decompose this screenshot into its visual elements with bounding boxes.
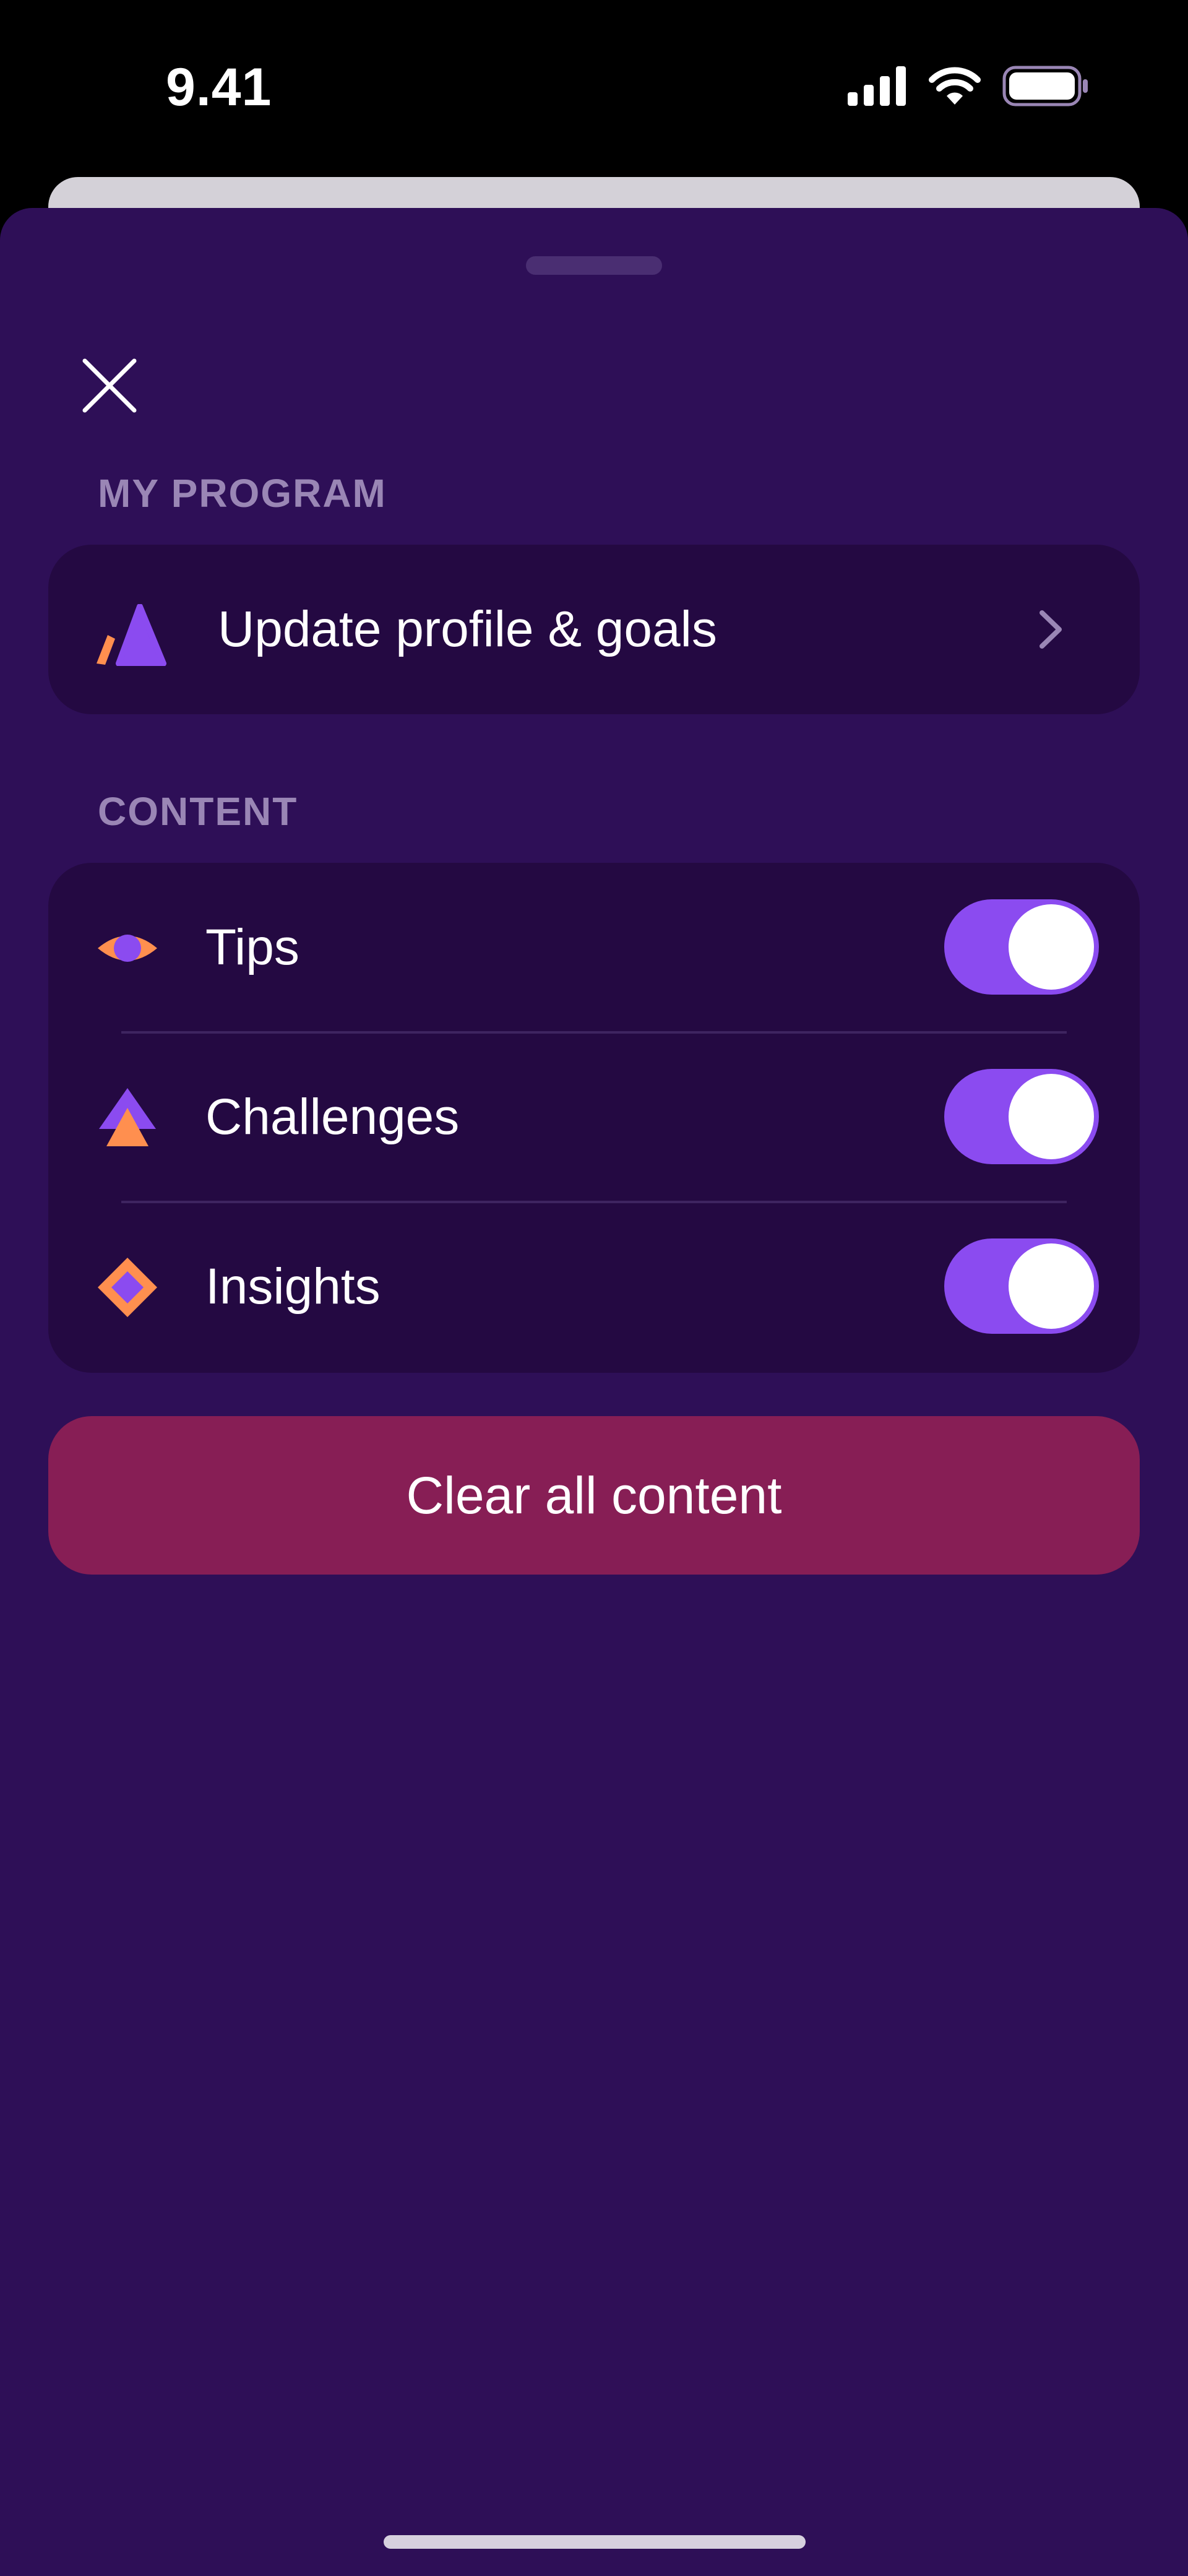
- challenges-toggle[interactable]: [944, 1069, 1099, 1164]
- home-indicator[interactable]: [384, 2535, 806, 2549]
- content-row-insights: Insights: [48, 1202, 1140, 1372]
- section-header-content: CONTENT: [98, 789, 298, 834]
- chevron-right-icon: [1028, 608, 1072, 651]
- profile-goals-icon: [94, 603, 174, 667]
- program-card: Update profile & goals: [48, 545, 1140, 714]
- content-row-label: Tips: [205, 919, 299, 975]
- triangle-stack-icon: [97, 1087, 158, 1149]
- content-row-challenges: Challenges: [48, 1032, 1140, 1202]
- clear-all-content-button[interactable]: Clear all content: [48, 1416, 1140, 1575]
- diamond-icon: [97, 1256, 158, 1318]
- insights-toggle[interactable]: [944, 1238, 1099, 1334]
- update-profile-goals-label: Update profile & goals: [218, 601, 717, 657]
- battery-icon: [1002, 66, 1089, 110]
- cellular-signal-icon: [848, 66, 907, 109]
- toggle-knob: [1009, 904, 1094, 990]
- content-row-label: Challenges: [205, 1089, 460, 1145]
- section-header-my-program: MY PROGRAM: [98, 471, 387, 516]
- sheet-grabber[interactable]: [526, 256, 662, 275]
- eye-icon: [97, 917, 158, 979]
- status-time: 9.41: [166, 58, 272, 117]
- settings-sheet: MY PROGRAM Update profile & goals CONTEN…: [0, 208, 1188, 2576]
- wifi-icon: [928, 66, 981, 109]
- update-profile-goals-row[interactable]: Update profile & goals: [48, 545, 1140, 714]
- status-icons: [848, 66, 1089, 110]
- content-card: Tips Challenges Insights: [48, 863, 1140, 1373]
- toggle-knob: [1009, 1243, 1094, 1329]
- toggle-knob: [1009, 1074, 1094, 1159]
- content-row-label: Insights: [205, 1258, 381, 1315]
- close-button[interactable]: [75, 352, 144, 420]
- close-icon: [82, 358, 137, 413]
- status-bar: 9.41: [0, 0, 1188, 179]
- tips-toggle[interactable]: [944, 899, 1099, 995]
- screen: 9.41 MY PROGRAM Update profile & goals C…: [0, 0, 1188, 2576]
- content-row-tips: Tips: [48, 863, 1140, 1032]
